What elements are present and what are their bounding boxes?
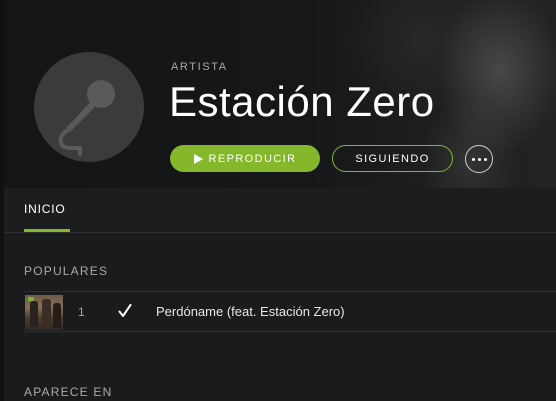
album-thumbnail: [25, 295, 63, 330]
track-name: Perdóname (feat. Estación Zero): [156, 304, 345, 319]
follow-button-label: SIGUIENDO: [355, 152, 430, 165]
play-button-label: REPRODUCIR: [208, 152, 297, 165]
active-tab-indicator: [24, 229, 70, 232]
more-options-icon: [471, 157, 475, 161]
microphone-icon: [58, 80, 115, 156]
track-row[interactable]: 1 Perdóname (feat. Estación Zero): [24, 291, 556, 332]
artist-avatar: [34, 52, 144, 162]
check-icon[interactable]: [118, 303, 132, 319]
tab-inicio[interactable]: INICIO: [24, 202, 65, 216]
more-options-button[interactable]: [465, 145, 493, 173]
popular-section-title: POPULARES: [24, 264, 109, 278]
tab-bar: INICIO: [4, 188, 556, 233]
track-number: 1: [78, 305, 85, 319]
artist-page: ARTISTA Estación Zero REPRODUCIR SIGUIEN…: [0, 0, 556, 401]
artist-name-title: Estación Zero: [169, 78, 435, 125]
play-button[interactable]: REPRODUCIR: [170, 145, 320, 172]
appears-on-section-title: APARECE EN: [24, 385, 113, 399]
artist-type-label: ARTISTA: [171, 61, 228, 73]
follow-button[interactable]: SIGUIENDO: [332, 145, 453, 172]
play-icon: [193, 153, 203, 164]
